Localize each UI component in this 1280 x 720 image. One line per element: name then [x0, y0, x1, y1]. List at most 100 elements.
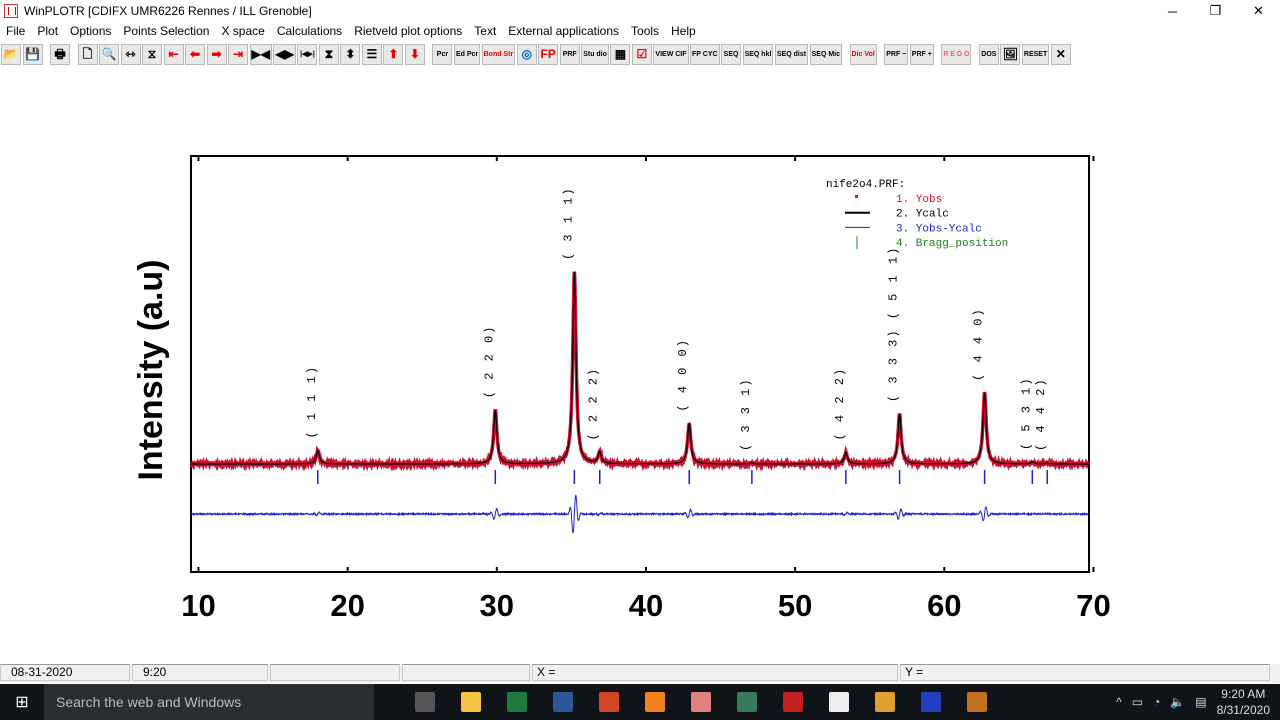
taskbar-winplotr[interactable]: [770, 684, 816, 720]
menu-rietveld-plot-options[interactable]: Rietveld plot options: [348, 22, 468, 41]
menu-tools[interactable]: Tools: [625, 22, 665, 41]
prf-minus-icon[interactable]: PRF −: [884, 44, 908, 65]
taskbar-eps-toolbar[interactable]: [724, 684, 770, 720]
rietveld-plot[interactable]: 10 20 30 40 50 60 70 Intensity (a.u) ( 1 1 1) ( 2…: [0, 66, 1280, 664]
compress-y-icon[interactable]: ⧗: [319, 44, 339, 65]
app-orange-icon: [645, 692, 665, 712]
status-bar: 08-31-2020 9:20 X = Y =: [0, 664, 1280, 683]
target-icon[interactable]: ◎: [517, 44, 537, 65]
status-x-readout: X =: [532, 664, 898, 681]
hkl-label: ( 4 2 2): [833, 367, 847, 441]
close-icon[interactable]: ✕: [1051, 44, 1071, 65]
bond-str-icon: [967, 692, 987, 712]
taskbar-bond-str[interactable]: [954, 684, 1000, 720]
prf-icon[interactable]: PRF: [560, 44, 580, 65]
picture-icon[interactable]: 🖼: [1000, 44, 1020, 65]
open-folder-icon[interactable]: 📂: [1, 44, 21, 65]
taskbar-powerpoint[interactable]: [586, 684, 632, 720]
left-icon[interactable]: ⬅: [185, 44, 205, 65]
taskbar-word[interactable]: [540, 684, 586, 720]
seq-mic-icon[interactable]: SEQ Mic: [810, 44, 842, 65]
menu-options[interactable]: Options: [64, 22, 117, 41]
network-icon[interactable]: ▭: [1132, 695, 1143, 709]
studio-icon[interactable]: Stu dio: [581, 44, 609, 65]
edit-pcr-icon[interactable]: Ed Pcr: [454, 44, 480, 65]
dicvol-icon[interactable]: Dic Vol: [850, 44, 877, 65]
fit-y-icon[interactable]: ☰: [362, 44, 382, 65]
legend-marker: [855, 195, 858, 198]
chevron-up-icon[interactable]: ^: [1116, 695, 1122, 709]
taskbar-search[interactable]: Search the web and Windows: [44, 684, 374, 720]
plot-frame: [191, 156, 1089, 572]
expand-y-icon[interactable]: ⬍: [340, 44, 360, 65]
taskbar-app-orange[interactable]: [632, 684, 678, 720]
menu-calculations[interactable]: Calculations: [271, 22, 348, 41]
menu-plot[interactable]: Plot: [31, 22, 64, 41]
menu-bar: File Plot Options Points Selection X space Ca…: [0, 22, 702, 41]
restore-button[interactable]: ❐: [1194, 0, 1237, 22]
legend-entry: 4. Bragg_position: [896, 238, 1008, 250]
task-view-icon: [415, 692, 435, 712]
hkl-label: ( 2 2 0): [482, 325, 496, 399]
notification-icon[interactable]: ▤: [1195, 695, 1206, 709]
fp-cyc-icon[interactable]: FP CYC: [690, 44, 720, 65]
difference-series: [191, 495, 1089, 533]
expand-x-icon[interactable]: ◀▶: [273, 44, 295, 65]
reset-x-icon[interactable]: |◀▶|: [297, 44, 317, 65]
toolbar: 📂 💾 🖶 🗋 🔍 ⇿ ⧖ ⇤ ⬅ ➡ ⇥ ▶◀ ◀▶ |◀▶| ⧗ ⬍ ☰ ⬆ ⬇ Pcr Ed Pcr Bond St…: [0, 42, 1280, 66]
seq-icon[interactable]: SEQ: [721, 44, 741, 65]
last-icon[interactable]: ⇥: [228, 44, 248, 65]
menu-text[interactable]: Text: [468, 22, 502, 41]
minimize-button[interactable]: ─: [1151, 0, 1194, 22]
winplotr-icon: [783, 692, 803, 712]
menu-external-applications[interactable]: External applications: [502, 22, 625, 41]
menu-help[interactable]: Help: [665, 22, 702, 41]
menu-x-space[interactable]: X space: [215, 22, 270, 41]
x-tick-label: 50: [778, 588, 812, 623]
taskbar-photos[interactable]: [816, 684, 862, 720]
grid-icon[interactable]: ▦: [610, 44, 630, 65]
taskbar-task-view[interactable]: [402, 684, 448, 720]
hkl-label: ( 2 2 2): [587, 367, 601, 441]
bond-str-icon[interactable]: Bond Str: [482, 44, 516, 65]
right-icon[interactable]: ➡: [207, 44, 227, 65]
taskbar-excel[interactable]: [494, 684, 540, 720]
compress-x-icon[interactable]: ▶◀: [250, 44, 272, 65]
fit-icon[interactable]: ⧖: [142, 44, 162, 65]
seq-dist-icon[interactable]: SEQ dist: [775, 44, 808, 65]
x-tick-label: 70: [1076, 588, 1110, 623]
print-icon[interactable]: 🖶: [50, 44, 70, 65]
preview-icon[interactable]: 🗋: [78, 44, 98, 65]
pcr-icon[interactable]: Pcr: [432, 44, 452, 65]
taskbar-app-fan[interactable]: [862, 684, 908, 720]
redo-icon[interactable]: R E D O: [941, 44, 971, 65]
ycalc-series: [191, 272, 1089, 464]
x-tick-label: 40: [629, 588, 663, 623]
prf-plus-icon[interactable]: PRF +: [910, 44, 934, 65]
taskbar-file-explorer[interactable]: [448, 684, 494, 720]
clock[interactable]: 9:20 AM 8/31/2020: [1217, 686, 1270, 718]
app-fan-icon: [875, 692, 895, 712]
view-cif-icon[interactable]: VIEW CIF: [653, 44, 688, 65]
seq-hkl-icon[interactable]: SEQ hkl: [743, 44, 774, 65]
up-icon[interactable]: ⬆: [383, 44, 403, 65]
down-icon[interactable]: ⬇: [405, 44, 425, 65]
taskbar-app-pink[interactable]: [678, 684, 724, 720]
windows-start-icon[interactable]: ⊞: [0, 692, 44, 712]
taskbar-gfourier[interactable]: [908, 684, 954, 720]
expand-horizontal-icon[interactable]: ⇿: [121, 44, 141, 65]
close-button[interactable]: ✕: [1237, 0, 1280, 22]
hkl-label: ( 5 3 1): [1019, 376, 1033, 450]
check-icon[interactable]: ☑: [632, 44, 652, 65]
dos-icon[interactable]: DOS: [979, 44, 999, 65]
save-icon[interactable]: 💾: [23, 44, 43, 65]
reset-icon[interactable]: RESET: [1022, 44, 1049, 65]
menu-points-selection[interactable]: Points Selection: [117, 22, 215, 41]
wifi-icon[interactable]: ◔: [1153, 695, 1160, 709]
first-icon[interactable]: ⇤: [164, 44, 184, 65]
photos-icon: [829, 692, 849, 712]
fp-icon[interactable]: FP: [538, 44, 558, 65]
volume-icon[interactable]: 🔈: [1170, 695, 1185, 709]
menu-file[interactable]: File: [0, 22, 31, 41]
zoom-icon[interactable]: 🔍: [99, 44, 119, 65]
